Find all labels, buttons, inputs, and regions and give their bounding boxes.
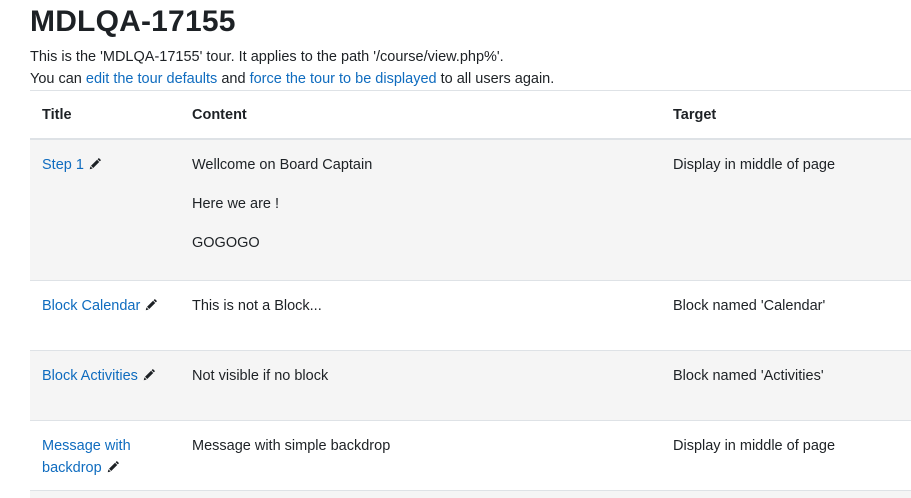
step-content-paragraph: Here we are ! — [192, 196, 280, 212]
step-title-link[interactable]: Block Calendar — [42, 298, 140, 314]
tour-description: This is the 'MDLQA-17155' tour. It appli… — [30, 47, 554, 90]
table-row: Block Activities Not visible if no block… — [30, 349, 911, 420]
step-title-link[interactable]: Step 1 — [42, 157, 84, 173]
table-header-row: Title Content Target — [30, 90, 911, 140]
step-target-cell: Block named 'Calendar' — [661, 279, 911, 350]
pencil-icon[interactable] — [89, 157, 102, 170]
table-row: Block Calendar This is not a Block... Bl… — [30, 279, 911, 350]
page: MDLQA-17155 This is the 'MDLQA-17155' to… — [0, 0, 911, 498]
step-title-cell: Block Calendar — [30, 279, 180, 350]
pencil-icon[interactable] — [107, 460, 120, 473]
tour-actions-text: You can edit the tour defaults and force… — [30, 70, 555, 87]
edit-tour-defaults-link[interactable]: edit the tour defaults — [86, 71, 217, 87]
step-content-cell: Wellcome on Board Captain Here we are ! … — [180, 138, 661, 280]
step-content-paragraph: GOGOGO — [192, 235, 260, 251]
tour-path-text: This is the 'MDLQA-17155' tour. It appli… — [30, 49, 504, 65]
pencil-icon[interactable] — [145, 298, 158, 311]
table-row: Step 1 Wellcome on Board Captain Here we… — [30, 138, 911, 280]
step-title-cell: Block Activities — [30, 349, 180, 420]
step-content-paragraph: Wellcome on Board Captain — [192, 157, 373, 173]
tour-steps-table: Title Content Target Step 1 Wellcome on … — [30, 90, 911, 498]
table-row — [30, 489, 911, 498]
step-title-link[interactable]: Block Activities — [42, 368, 138, 384]
header-content: Content — [180, 90, 661, 140]
step-target-cell: Display in middle of page — [661, 138, 911, 280]
header-target: Target — [661, 90, 911, 140]
step-content-cell: Message with simple backdrop — [180, 419, 661, 490]
step-target-cell: Block named 'Activities' — [661, 349, 911, 420]
step-title-cell: Step 1 — [30, 138, 180, 280]
step-title-cell: Message with backdrop — [30, 419, 180, 490]
header-title: Title — [30, 90, 180, 140]
step-content-cell: This is not a Block... — [180, 279, 661, 350]
table-row: Message with backdrop Message with simple… — [30, 419, 911, 490]
step-target-cell: Display in middle of page — [661, 419, 911, 490]
pencil-icon[interactable] — [143, 368, 156, 381]
step-content-cell: Not visible if no block — [180, 349, 661, 420]
page-title: MDLQA-17155 — [30, 5, 236, 38]
force-tour-display-link[interactable]: force the tour to be displayed — [250, 71, 437, 87]
